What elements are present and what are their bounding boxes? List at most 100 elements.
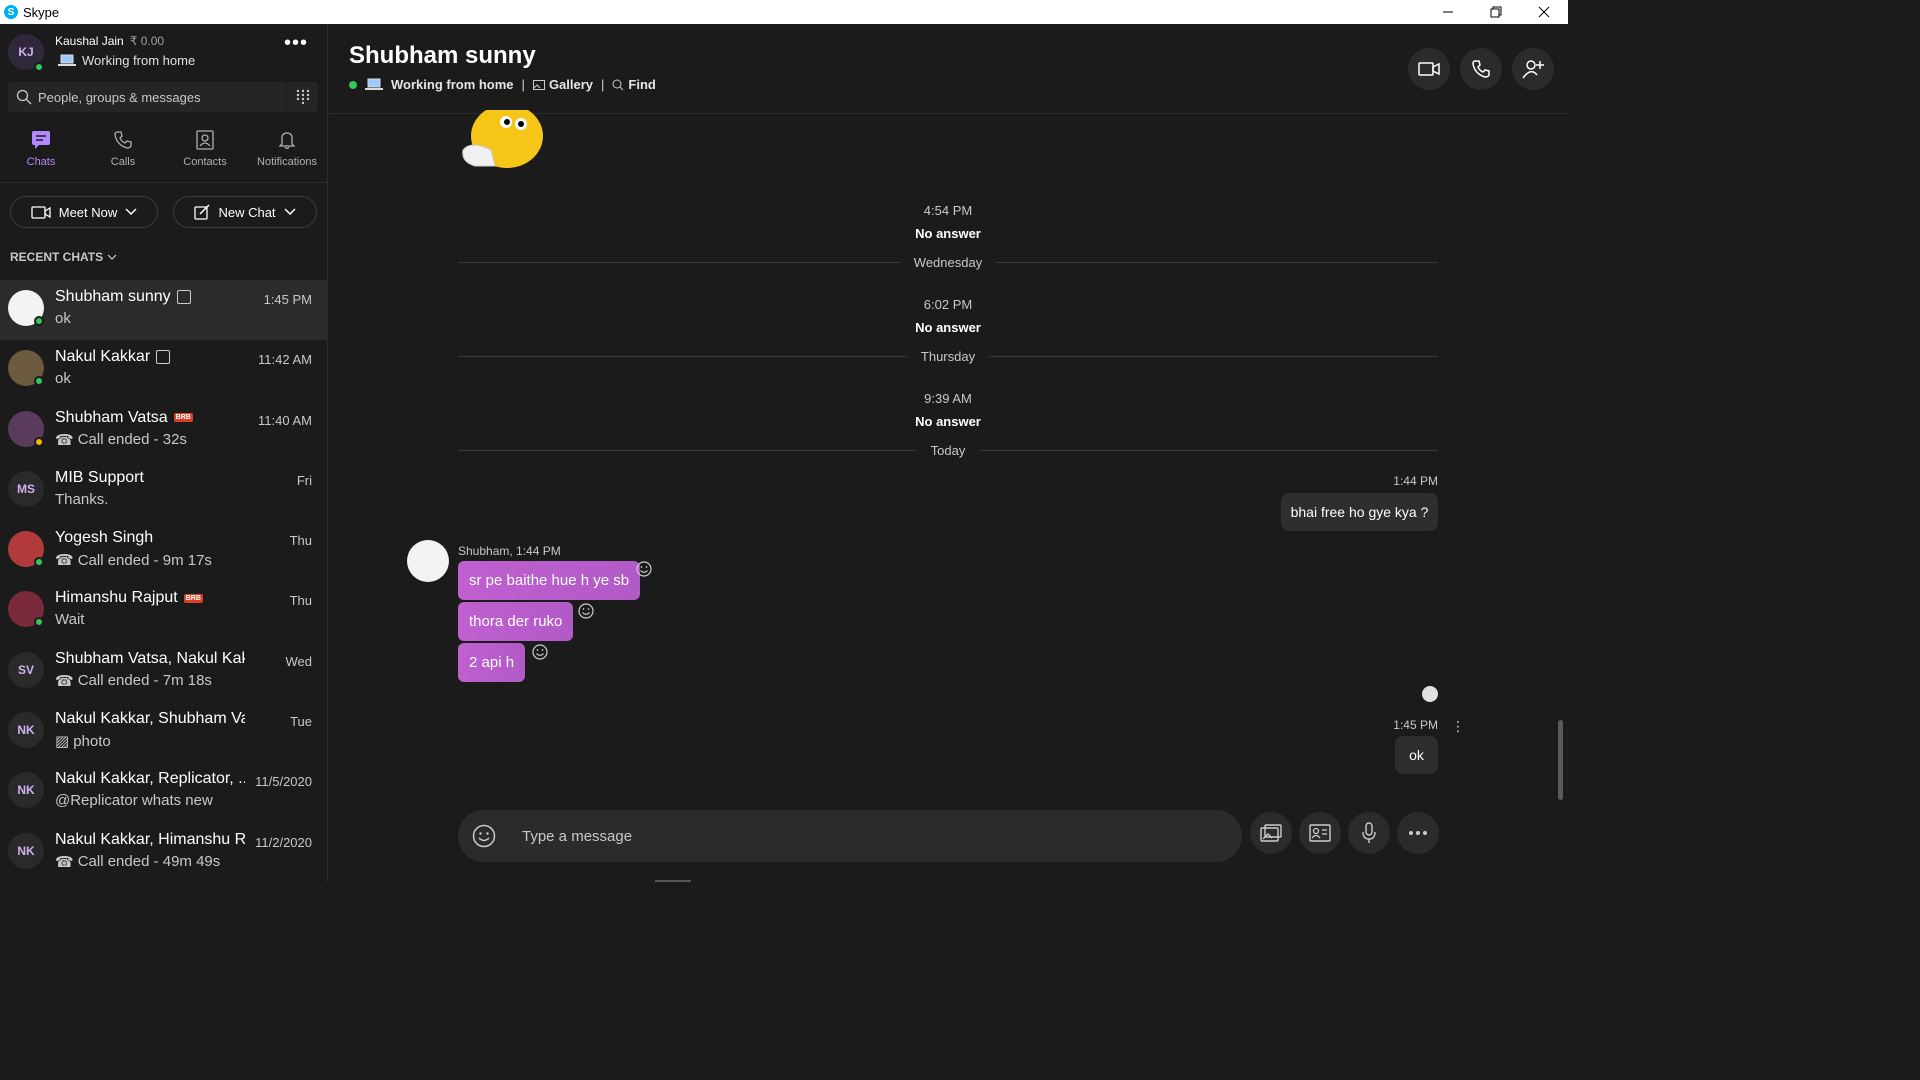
chat-name: Nakul Kakkar, Shubham Vatsa [55, 710, 245, 728]
incoming-message[interactable]: thora der ruko [458, 602, 574, 641]
divider [458, 355, 907, 357]
more-options-icon[interactable]: ••• [284, 32, 308, 55]
event-text: No answer [915, 226, 981, 241]
tab-contacts[interactable]: Contacts [164, 130, 246, 180]
window-controls [1424, 0, 1568, 24]
search-bar[interactable]: People, groups & messages [8, 82, 318, 112]
add-reaction-icon[interactable] [636, 561, 652, 577]
message-input[interactable]: Type a message [522, 828, 632, 845]
profile-status[interactable]: Working from home [58, 53, 195, 68]
chat-item-group-himanshu[interactable]: NK Nakul Kakkar, Himanshu R... ☎ Call end… [0, 823, 328, 883]
emoji-icon[interactable] [472, 824, 496, 848]
laptop-icon [365, 78, 383, 90]
event-time: 6:02 PM [923, 297, 973, 312]
chat-item-group-sv-nk[interactable]: SV Shubham Vatsa, Nakul Kakkar ☎Call end… [0, 642, 328, 702]
avatar: SV [8, 651, 44, 688]
tab-contacts-label: Contacts [183, 156, 227, 168]
chat-item-himanshu-rajput[interactable]: Himanshu Rajput BRB Wait Thu [0, 581, 328, 641]
laptop-icon [58, 54, 76, 66]
tab-chats[interactable]: Chats [0, 130, 82, 180]
restore-icon [1490, 6, 1502, 18]
chat-time: 11:40 AM [258, 412, 312, 428]
video-call-button[interactable] [1408, 48, 1450, 90]
add-reaction-icon[interactable] [578, 603, 594, 619]
add-people-button[interactable] [1512, 48, 1554, 90]
restore-button[interactable] [1472, 0, 1520, 24]
contacts-icon [196, 130, 214, 150]
chat-item-shubham-sunny[interactable]: Shubham sunny ok 1:45 PM [0, 280, 328, 341]
day-label: Wednesday [913, 254, 983, 270]
conversation-subheader: Working from home | Gallery | Find [349, 77, 656, 92]
day-separator: Today [458, 442, 1439, 458]
outgoing-message[interactable]: ok [1395, 736, 1438, 774]
search-input[interactable]: People, groups & messages [38, 90, 201, 105]
chat-preview: Call ended - 9m 17s [77, 551, 212, 569]
tab-notifications[interactable]: Notifications [246, 130, 328, 180]
chat-time: Thu [289, 593, 312, 609]
brb-badge: BRB [183, 593, 203, 603]
close-icon [1538, 6, 1550, 18]
voice-message-button[interactable] [1348, 812, 1390, 854]
incoming-message[interactable]: 2 api h [458, 643, 526, 682]
message-composer[interactable]: Type a message [458, 810, 1242, 862]
sender-avatar[interactable] [407, 540, 449, 582]
message-options-icon[interactable]: ⋮ [1451, 718, 1465, 735]
chat-preview: ok [55, 310, 71, 327]
dialpad-button[interactable] [286, 82, 318, 112]
recent-chats-header[interactable]: RECENT CHATS [10, 250, 117, 264]
audio-call-button[interactable] [1460, 48, 1502, 90]
chat-icon [32, 131, 50, 149]
scrollbar[interactable] [1558, 720, 1563, 800]
minimize-button[interactable] [1424, 0, 1472, 24]
chat-preview-row: ☎ Call ended - 32s [55, 431, 187, 449]
chat-item-yogesh-singh[interactable]: Yogesh Singh ☎ Call ended - 9m 17s Thu [0, 521, 328, 581]
chat-name-row: Himanshu Rajput BRB [55, 589, 203, 607]
separator: | [601, 77, 605, 92]
profile-section[interactable]: KJ Kaushal Jain ₹ 0.00 Working from home [8, 30, 320, 72]
gallery-icon [532, 79, 545, 90]
chat-item-group-replicator[interactable]: NK Nakul Kakkar, Replicator, ... @Replic… [0, 762, 328, 822]
conversation-pane: Shubham sunny Working from home | Galler… [329, 24, 1568, 882]
chevron-down-icon [107, 254, 117, 260]
chat-name: Nakul Kakkar, Himanshu R... [55, 830, 245, 848]
chat-item-group-nk-sv[interactable]: NK Nakul Kakkar, Shubham Vatsa ▨photo Tu… [0, 702, 328, 762]
divider [0, 182, 328, 183]
send-contact-button[interactable] [1299, 812, 1341, 854]
presence-online-indicator [34, 617, 44, 628]
phone-icon [114, 131, 132, 149]
chat-item-shubham-vatsa[interactable]: Shubham Vatsa BRB ☎ Call ended - 32s 11:40… [0, 401, 328, 461]
presence-away-indicator [34, 436, 44, 447]
chat-item-nakul-kakkar[interactable]: Nakul Kakkar ok 11:42 AM [0, 340, 328, 400]
read-receipt-avatar [1422, 686, 1438, 702]
tab-calls[interactable]: Calls [82, 130, 164, 180]
event-time: 4:54 PM [923, 203, 973, 218]
find-link[interactable]: Find [612, 77, 656, 92]
resize-handle[interactable] [655, 880, 691, 882]
call-actions [1408, 48, 1554, 90]
chat-time: Tue [290, 714, 312, 730]
chat-name: Yogesh Singh [55, 529, 154, 547]
day-separator: Thursday [458, 348, 1439, 364]
new-chat-button[interactable]: New Chat [173, 196, 317, 228]
day-label: Thursday [920, 348, 976, 364]
incoming-message[interactable]: sr pe baithe hue h ye sb [458, 561, 641, 600]
chat-item-mib-support[interactable]: MS MIB Support Thanks. Fri [0, 461, 328, 521]
meet-now-label: Meet Now [58, 204, 118, 220]
skype-credit[interactable]: ₹ 0.00 [130, 34, 164, 48]
gallery-link[interactable]: Gallery [532, 77, 593, 92]
outgoing-message[interactable]: bhai free ho gye kya ? [1281, 493, 1438, 531]
send-media-button[interactable] [1250, 812, 1292, 854]
minimize-icon [1443, 11, 1453, 13]
meet-now-button[interactable]: Meet Now [10, 196, 158, 228]
find-label: Find [628, 77, 656, 92]
chat-name: Nakul Kakkar, Replicator, ... [55, 770, 245, 788]
contact-status: Working from home [391, 77, 514, 92]
add-reaction-icon[interactable] [532, 644, 548, 660]
chat-time: Fri [296, 472, 312, 488]
close-button[interactable] [1520, 0, 1568, 24]
call-event: 4:54 PM No answer [458, 203, 1438, 241]
sidebar: KJ Kaushal Jain ₹ 0.00 Working from home … [0, 24, 328, 882]
more-composer-options-button[interactable] [1397, 812, 1439, 854]
conversation-title[interactable]: Shubham sunny [349, 42, 536, 70]
chat-preview: Call ended - 7m 18s [77, 672, 212, 690]
